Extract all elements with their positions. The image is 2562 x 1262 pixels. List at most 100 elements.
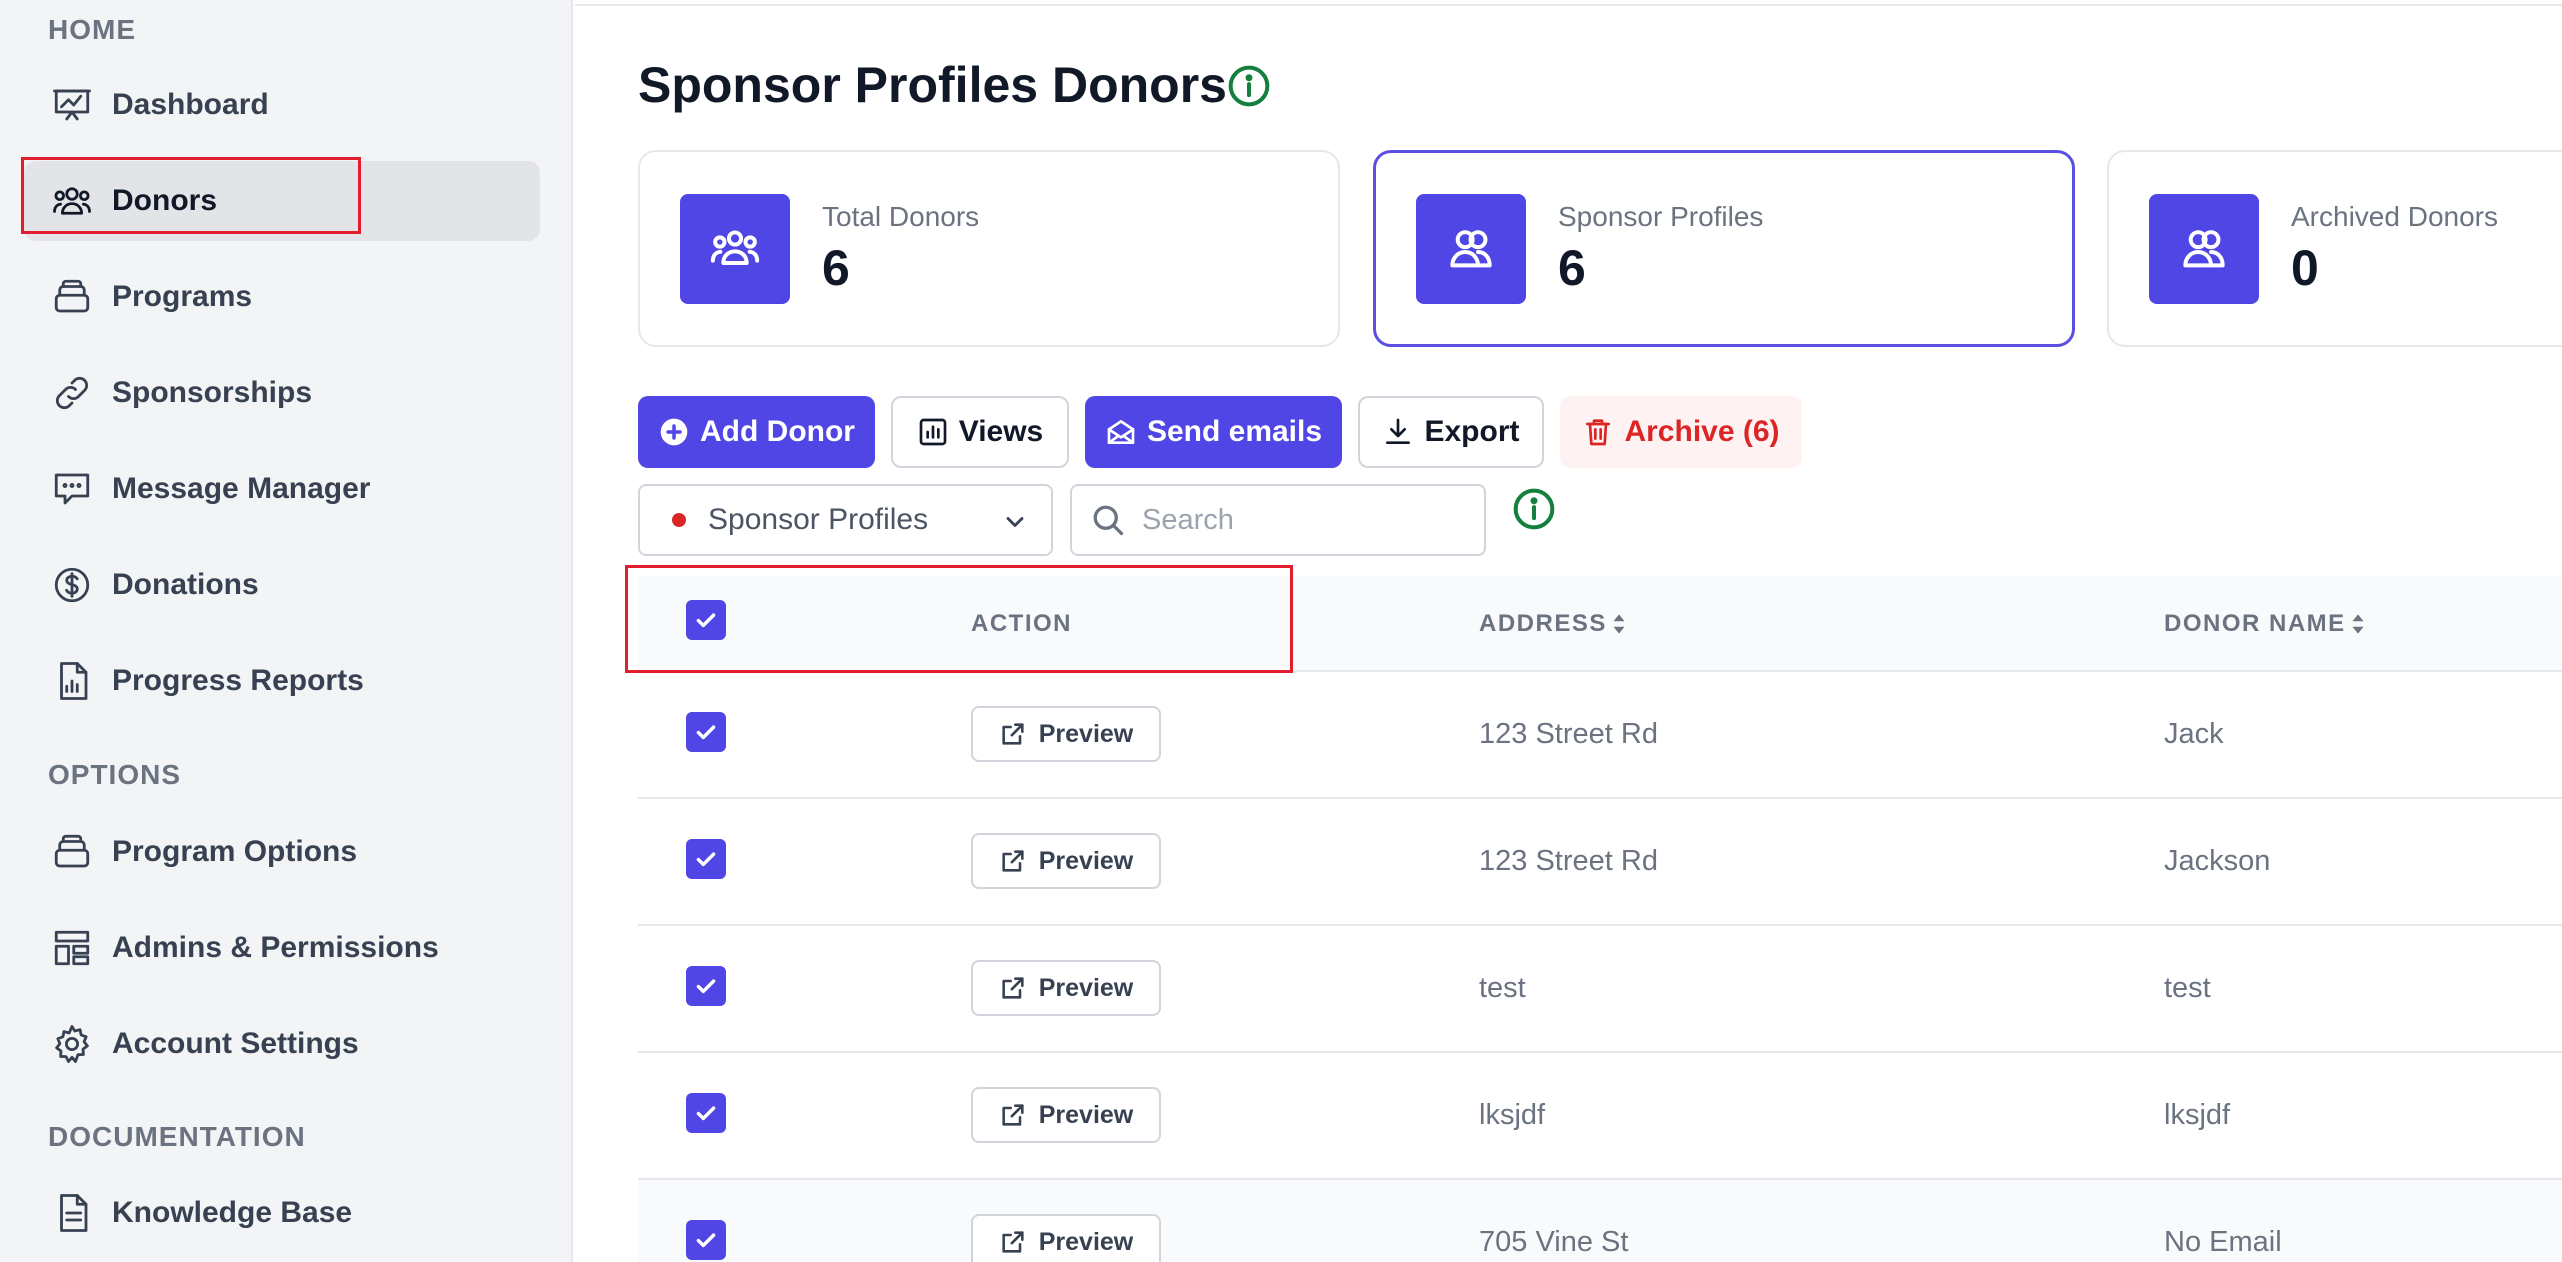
sidebar-section-options: OPTIONS bbox=[48, 759, 182, 790]
check-icon bbox=[696, 852, 716, 867]
sidebar-item-knowledge-base[interactable]: Knowledge Base bbox=[24, 1173, 540, 1253]
layout-icon bbox=[50, 926, 94, 970]
stat-value: 6 bbox=[1558, 239, 1586, 296]
sidebar-item-label: Progress Reports bbox=[112, 664, 364, 697]
info-icon[interactable] bbox=[1512, 487, 1556, 531]
dollar-circle-icon bbox=[50, 563, 94, 607]
gear-icon bbox=[50, 1022, 94, 1066]
address-cell: 123 Street Rd bbox=[1479, 845, 1658, 877]
sidebar-item-label: Donors bbox=[112, 184, 217, 217]
sidebar-item-message-manager[interactable]: Message Manager bbox=[24, 449, 540, 529]
chart-presentation-icon bbox=[50, 83, 94, 127]
sort-icon[interactable] bbox=[1611, 613, 1627, 635]
check-icon bbox=[696, 1106, 716, 1121]
sidebar-item-label: Programs bbox=[112, 280, 253, 313]
row-checkbox[interactable] bbox=[686, 1093, 726, 1133]
link-icon bbox=[50, 371, 94, 415]
sidebar-item-progress-reports[interactable]: Progress Reports bbox=[24, 641, 540, 721]
message-icon bbox=[50, 467, 94, 511]
table-row: Preview 123 Street Rd Jackson bbox=[638, 799, 2562, 926]
plus-circle-icon bbox=[660, 418, 688, 446]
archive-label: Archive (6) bbox=[1624, 415, 1780, 448]
external-link-icon bbox=[1002, 977, 1024, 999]
address-cell: 123 Street Rd bbox=[1479, 718, 1658, 750]
sidebar-item-account-settings[interactable]: Account Settings bbox=[24, 1004, 540, 1084]
views-button[interactable]: Views bbox=[891, 396, 1069, 468]
stat-card-archived-donors[interactable]: Archived Donors 0 bbox=[2107, 150, 2562, 347]
archive-button[interactable]: Archive (6) bbox=[1560, 396, 1802, 468]
stat-card-total-donors[interactable]: Total Donors 6 bbox=[638, 150, 1340, 347]
add-donor-button[interactable]: Add Donor bbox=[638, 396, 875, 468]
users-icon bbox=[50, 179, 94, 223]
external-link-icon bbox=[1002, 1104, 1024, 1126]
preview-button[interactable]: Preview bbox=[971, 833, 1161, 889]
report-icon bbox=[50, 659, 94, 703]
preview-button[interactable]: Preview bbox=[971, 706, 1161, 762]
sidebar-item-label: Donations bbox=[112, 568, 259, 601]
search-field[interactable] bbox=[1070, 484, 1486, 556]
donor-name-cell: Jack bbox=[2164, 718, 2224, 750]
row-checkbox[interactable] bbox=[686, 839, 726, 879]
sidebar-item-label: Sponsorships bbox=[112, 376, 313, 409]
sidebar-item-programs[interactable]: Programs bbox=[24, 257, 540, 337]
address-cell: test bbox=[1479, 972, 1526, 1004]
sidebar-item-label: Knowledge Base bbox=[112, 1196, 353, 1229]
stat-value: 6 bbox=[822, 239, 850, 296]
preview-button[interactable]: Preview bbox=[971, 1214, 1161, 1262]
sidebar-item-sponsorships[interactable]: Sponsorships bbox=[24, 353, 540, 433]
sidebar-section-documentation: DOCUMENTATION bbox=[48, 1121, 306, 1152]
stat-card-sponsor-profiles[interactable]: Sponsor Profiles 6 bbox=[1373, 150, 2075, 347]
preview-button[interactable]: Preview bbox=[971, 960, 1161, 1016]
sidebar-item-label: Admins & Permissions bbox=[112, 931, 439, 964]
row-checkbox[interactable] bbox=[686, 712, 726, 752]
profile-filter-select[interactable]: Sponsor Profiles bbox=[638, 484, 1053, 556]
address-cell: 705 Vine St bbox=[1479, 1226, 1629, 1258]
sidebar-item-donations[interactable]: Donations bbox=[24, 545, 540, 625]
preview-button[interactable]: Preview bbox=[971, 1087, 1161, 1143]
chevron-down-icon bbox=[1001, 508, 1029, 536]
sidebar-item-label: Program Options bbox=[112, 835, 358, 868]
sidebar-item-label: Account Settings bbox=[112, 1027, 359, 1060]
header-divider bbox=[575, 0, 2562, 6]
sidebar-item-donors[interactable]: Donors bbox=[24, 161, 540, 241]
users-pair-icon bbox=[1416, 193, 1526, 304]
sidebar-item-label: Dashboard bbox=[112, 88, 269, 121]
row-checkbox[interactable] bbox=[686, 1220, 726, 1260]
table-row: Preview 705 Vine St No Email bbox=[638, 1180, 2562, 1262]
row-checkbox[interactable] bbox=[686, 966, 726, 1006]
stat-label: Archived Donors bbox=[2291, 200, 2498, 232]
sidebar-item-program-options[interactable]: Program Options bbox=[24, 812, 540, 892]
donor-name-cell: lksjdf bbox=[2164, 1099, 2231, 1131]
bar-chart-icon bbox=[919, 418, 947, 446]
external-link-icon bbox=[1002, 1231, 1024, 1253]
stat-value: 0 bbox=[2291, 239, 2319, 296]
sidebar-item-label: Message Manager bbox=[112, 472, 371, 505]
table-row: Preview 123 Street Rd Jack bbox=[638, 672, 2562, 799]
select-value: Sponsor Profiles bbox=[708, 503, 929, 536]
export-button[interactable]: Export bbox=[1358, 396, 1544, 468]
document-icon bbox=[50, 1191, 94, 1235]
app: HOME Dashboard Donors Programs Sponsorsh… bbox=[0, 0, 2562, 1262]
sidebar-item-dashboard[interactable]: Dashboard bbox=[24, 65, 540, 145]
check-icon bbox=[696, 979, 716, 994]
trash-icon bbox=[1586, 419, 1611, 446]
sidebar-section-home: HOME bbox=[48, 14, 136, 45]
users-group-icon bbox=[680, 193, 790, 304]
page-title: Sponsor Profiles Donors bbox=[638, 57, 1227, 113]
info-icon[interactable] bbox=[1227, 64, 1271, 108]
stat-label: Sponsor Profiles bbox=[1558, 200, 1764, 232]
layers-icon bbox=[50, 830, 94, 874]
select-all-checkbox[interactable] bbox=[686, 600, 726, 640]
send-emails-button[interactable]: Send emails bbox=[1085, 396, 1342, 468]
donor-name-cell: Jackson bbox=[2164, 845, 2271, 877]
views-label: Views bbox=[958, 415, 1044, 448]
search-input[interactable] bbox=[1142, 503, 1462, 537]
table-header: ACTION ADDRESS DONOR NAME bbox=[638, 576, 2562, 672]
column-header-address[interactable]: ADDRESS bbox=[1479, 610, 1627, 638]
table-row: Preview lksjdf lksjdf bbox=[638, 1053, 2562, 1180]
add-donor-label: Add Donor bbox=[700, 415, 855, 448]
column-header-action: ACTION bbox=[971, 610, 1072, 637]
sidebar-item-admins-permissions[interactable]: Admins & Permissions bbox=[24, 908, 540, 988]
sort-icon[interactable] bbox=[2350, 613, 2366, 635]
column-header-donor-name[interactable]: DONOR NAME bbox=[2164, 610, 2366, 638]
